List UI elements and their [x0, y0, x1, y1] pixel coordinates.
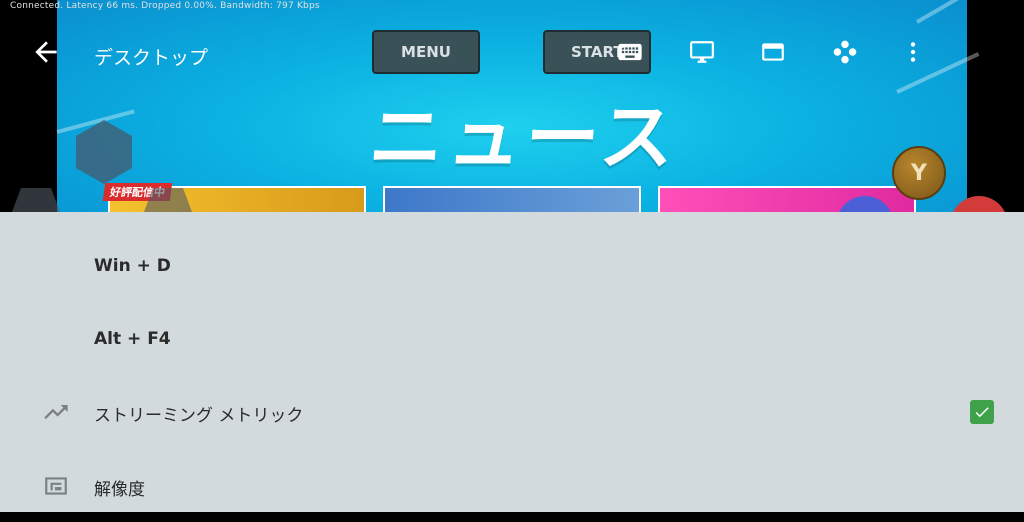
menu-item-streaming-metrics[interactable]: ストリーミング メトリック — [0, 376, 1024, 448]
menu-item-win-d[interactable]: Win + D — [0, 231, 1024, 303]
news-heading: ニュース — [366, 95, 681, 181]
menu-item-alt-f4[interactable]: Alt + F4 — [0, 304, 1024, 376]
back-arrow-icon — [35, 41, 57, 63]
menu-item-resolution[interactable]: 解像度 — [0, 450, 1024, 522]
menu-button-label: MENU — [401, 43, 451, 61]
menu-item-label: ストリーミング メトリック — [94, 406, 304, 426]
decorative-stripe — [916, 0, 970, 24]
connection-status: Connected. Latency 66 ms. Dropped 0.00%.… — [10, 1, 320, 11]
news-card-2[interactable] — [383, 186, 641, 212]
menu-item-label: Alt + F4 — [94, 329, 171, 349]
window-icon — [762, 43, 784, 61]
keyboard-button[interactable] — [614, 36, 646, 68]
menu-item-label: Win + D — [94, 256, 171, 276]
keyboard-icon — [618, 43, 642, 61]
menu-button[interactable]: MENU — [372, 30, 480, 74]
more-options-button[interactable] — [897, 36, 929, 68]
monitor-icon — [690, 41, 714, 63]
desktop-button[interactable] — [686, 36, 718, 68]
streaming-metrics-checkbox[interactable] — [970, 400, 994, 424]
menu-item-label: 解像度 — [94, 480, 145, 500]
resolution-icon — [40, 470, 72, 502]
check-icon — [975, 407, 989, 418]
virtual-y-button[interactable]: Y — [892, 146, 946, 200]
back-button[interactable] — [30, 36, 62, 68]
more-vert-icon — [910, 42, 916, 62]
game-stream-view[interactable]: ニュース 好評配信中 Y — [0, 0, 1024, 212]
overflow-menu-sheet: Win + D Alt + F4 ストリーミング メトリック 解像度 — [0, 212, 1024, 512]
app-title: デスクトップ — [94, 47, 209, 69]
trending-up-icon — [40, 396, 72, 428]
gamepad-buttons-icon — [833, 40, 857, 64]
window-button[interactable] — [757, 36, 789, 68]
gamepad-button[interactable] — [829, 36, 861, 68]
